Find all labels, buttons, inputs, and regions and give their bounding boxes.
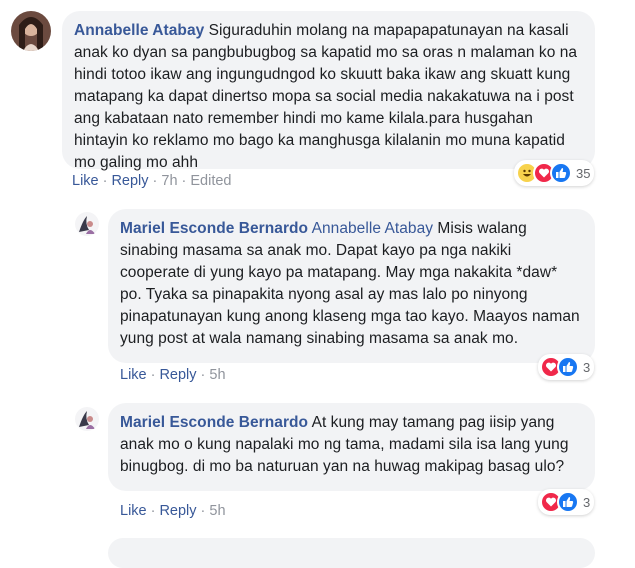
separator-dot: · xyxy=(152,173,158,189)
like-icon xyxy=(557,356,579,378)
avatar[interactable] xyxy=(75,407,99,431)
reply-comment-2: Mariel Esconde Bernardo At kung may tama… xyxy=(0,390,635,525)
comment-timestamp[interactable]: 5h xyxy=(209,367,225,383)
next-comment-bubble-partial xyxy=(108,538,595,568)
separator-dot: · xyxy=(200,367,206,383)
comment-text: Siguraduhin molang na mapapapatunayan na… xyxy=(74,22,578,171)
comment-timestamp[interactable]: 5h xyxy=(209,503,225,519)
reaction-count: 3 xyxy=(583,359,591,375)
avatar-photo-icon xyxy=(75,212,99,236)
separator-dot: · xyxy=(150,503,156,519)
comment-author[interactable]: Mariel Esconde Bernardo xyxy=(120,220,308,237)
comment-author[interactable]: Mariel Esconde Bernardo xyxy=(120,414,308,431)
reply-button[interactable]: Reply xyxy=(159,367,196,383)
comment-bubble: Mariel Esconde Bernardo At kung may tama… xyxy=(108,403,595,491)
avatar[interactable] xyxy=(11,11,51,51)
edited-label[interactable]: Edited xyxy=(190,173,231,189)
comment-author[interactable]: Annabelle Atabay xyxy=(74,22,204,39)
avatar-photo-icon xyxy=(75,407,99,431)
separator-dot: · xyxy=(181,173,187,189)
reply-button[interactable]: Reply xyxy=(111,173,148,189)
comment-bubble: Annabelle Atabay Siguraduhin molang na m… xyxy=(62,11,595,171)
like-icon xyxy=(557,491,579,513)
mention-link[interactable]: Annabelle Atabay xyxy=(312,220,433,237)
separator-dot: · xyxy=(200,503,206,519)
comment-bubble: Mariel Esconde Bernardo Annabelle Atabay… xyxy=(108,209,595,363)
comment-actions: Like · Reply · 5h xyxy=(120,367,226,383)
comment-actions: Like · Reply · 5h xyxy=(120,503,226,519)
reply-comment-1: Mariel Esconde Bernardo Annabelle Atabay… xyxy=(0,200,635,390)
reaction-summary[interactable]: 3 xyxy=(538,489,595,515)
separator-dot: · xyxy=(102,173,108,189)
like-button[interactable]: Like xyxy=(120,367,147,383)
avatar-photo-icon xyxy=(11,11,51,51)
like-icon xyxy=(550,162,572,184)
reaction-summary[interactable]: 35 xyxy=(514,160,595,186)
like-button[interactable]: Like xyxy=(72,173,99,189)
reaction-summary[interactable]: 3 xyxy=(538,354,595,380)
reaction-count: 35 xyxy=(576,165,591,181)
comment-timestamp[interactable]: 7h xyxy=(161,173,177,189)
reaction-count: 3 xyxy=(583,494,591,510)
comment-actions: Like · Reply · 7h · Edited xyxy=(72,173,231,189)
comment-1: Annabelle Atabay Siguraduhin molang na m… xyxy=(0,0,635,200)
comment-text: Misis walang sinabing masama sa anak mo.… xyxy=(120,220,580,347)
separator-dot: · xyxy=(150,367,156,383)
reply-button[interactable]: Reply xyxy=(159,503,196,519)
like-button[interactable]: Like xyxy=(120,503,147,519)
avatar[interactable] xyxy=(75,212,99,236)
